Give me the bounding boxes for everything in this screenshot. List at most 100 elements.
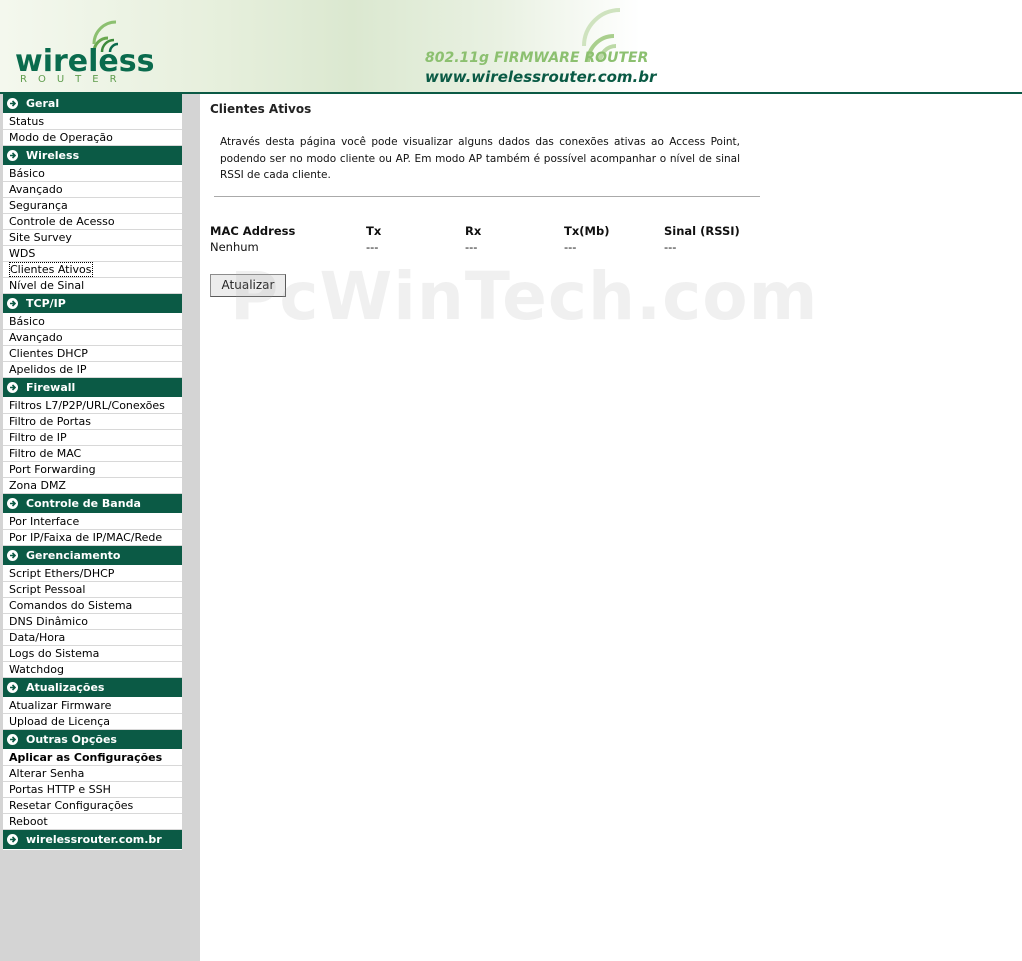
sidebar-item-por-ip-faixa-de-ip-mac-rede[interactable]: Por IP/Faixa de IP/MAC/Rede	[3, 530, 182, 546]
sidebar-item-label: Site Survey	[9, 231, 72, 244]
sidebar-item-label: Upload de Licença	[9, 715, 111, 728]
sidebar-item-label: Avançado	[9, 331, 63, 344]
sidebar-item-label: Alterar Senha	[9, 767, 85, 780]
sidebar-item-label: Avançado	[9, 183, 63, 196]
column-header-tx-mb: Tx(Mb)	[564, 224, 610, 238]
sidebar-item-label: Zona DMZ	[9, 479, 66, 492]
page-title: Clientes Ativos	[210, 102, 312, 116]
sidebar-item-comandos-do-sistema[interactable]: Comandos do Sistema	[3, 598, 182, 614]
sidebar-item-label: Básico	[9, 315, 45, 328]
sidebar-item-nivel-de-sinal[interactable]: Nível de Sinal	[3, 278, 182, 294]
sidebar-item-dns-dinamico[interactable]: DNS Dinâmico	[3, 614, 182, 630]
sidebar-section-label: Atualizações	[26, 681, 105, 694]
sidebar-item-label: Básico	[9, 167, 45, 180]
sidebar-item-filtro-de-mac[interactable]: Filtro de MAC	[3, 446, 182, 462]
sidebar-item-label: Filtro de MAC	[9, 447, 82, 460]
column-header-mac: MAC Address	[210, 224, 296, 238]
sidebar: Geral Status Modo de Operação Wireless Básic…	[0, 94, 200, 961]
sidebar-section-outras-opcoes[interactable]: Outras Opções	[3, 730, 182, 750]
header: wireless ROUTER 802.11g FIRMWARE ROUTER …	[0, 0, 1022, 92]
sidebar-item-label: Comandos do Sistema	[9, 599, 133, 612]
cell-mac: Nenhum	[210, 240, 259, 254]
cell-tx-mb: ---	[564, 240, 577, 254]
divider	[214, 196, 760, 197]
sidebar-item-label: Modo de Operação	[9, 131, 113, 144]
arrow-right-icon	[7, 498, 18, 509]
sidebar-item-label: Filtros L7/P2P/URL/Conexões	[9, 399, 165, 412]
sidebar-item-label: Watchdog	[9, 663, 64, 676]
sidebar-item-label: Reboot	[9, 815, 48, 828]
sidebar-section-label: Gerenciamento	[26, 549, 121, 562]
sidebar-item-label: Controle de Acesso	[9, 215, 115, 228]
sidebar-item-script-pessoal[interactable]: Script Pessoal	[3, 582, 182, 598]
sidebar-item-alterar-senha[interactable]: Alterar Senha	[3, 766, 182, 782]
sidebar-item-atualizar-firmware[interactable]: Atualizar Firmware	[3, 698, 182, 714]
sidebar-item-label: Clientes DHCP	[9, 347, 88, 360]
arrow-right-icon	[7, 150, 18, 161]
sidebar-item-reboot[interactable]: Reboot	[3, 814, 182, 830]
sidebar-item-data-hora[interactable]: Data/Hora	[3, 630, 182, 646]
watermark: PcWinTech.com	[230, 258, 819, 335]
sidebar-item-label: Por IP/Faixa de IP/MAC/Rede	[9, 531, 163, 544]
sidebar-item-status[interactable]: Status	[3, 114, 182, 130]
sidebar-item-zona-dmz[interactable]: Zona DMZ	[3, 478, 182, 494]
sidebar-section-tcp-ip[interactable]: TCP/IP	[3, 294, 182, 314]
arrow-right-icon	[7, 382, 18, 393]
column-header-rx: Rx	[465, 224, 482, 238]
sidebar-item-label: Clientes Ativos	[9, 262, 93, 277]
sidebar-item-label: Script Pessoal	[9, 583, 86, 596]
sidebar-item-clientes-ativos[interactable]: Clientes Ativos	[3, 262, 182, 278]
sidebar-section-wireless[interactable]: Wireless	[3, 146, 182, 166]
sidebar-item-modo-de-operacao[interactable]: Modo de Operação	[3, 130, 182, 146]
sidebar-item-port-forwarding[interactable]: Port Forwarding	[3, 462, 182, 478]
header-url: www.wirelessrouter.com.br	[425, 68, 657, 86]
sidebar-item-script-ethers-dhcp[interactable]: Script Ethers/DHCP	[3, 566, 182, 582]
sidebar-item-seguranca[interactable]: Segurança	[3, 198, 182, 214]
sidebar-item-label: Apelidos de IP	[9, 363, 87, 376]
sidebar-item-filtro-de-portas[interactable]: Filtro de Portas	[3, 414, 182, 430]
sidebar-section-atualizacoes[interactable]: Atualizações	[3, 678, 182, 698]
sidebar-item-filtro-de-ip[interactable]: Filtro de IP	[3, 430, 182, 446]
sidebar-item-por-interface[interactable]: Por Interface	[3, 514, 182, 530]
sidebar-item-label: Atualizar Firmware	[9, 699, 112, 712]
sidebar-section-label: Outras Opções	[26, 733, 117, 746]
sidebar-item-portas-http-e-ssh[interactable]: Portas HTTP e SSH	[3, 782, 182, 798]
sidebar-section-label: TCP/IP	[26, 297, 66, 310]
sidebar-item-avancado[interactable]: Avançado	[3, 330, 182, 346]
sidebar-section-gerenciamento[interactable]: Gerenciamento	[3, 546, 182, 566]
sidebar-item-aplicar-as-configuracoes[interactable]: Aplicar as Configurações	[3, 750, 182, 766]
sidebar-section-firewall[interactable]: Firewall	[3, 378, 182, 398]
arrow-right-icon	[7, 734, 18, 745]
sidebar-section-geral[interactable]: Geral	[3, 94, 182, 114]
sidebar-section-controle-de-banda[interactable]: Controle de Banda	[3, 494, 182, 514]
sidebar-item-label: Data/Hora	[9, 631, 66, 644]
sidebar-item-basico[interactable]: Básico	[3, 314, 182, 330]
logo-subtitle: ROUTER	[20, 74, 128, 85]
sidebar-item-label: Port Forwarding	[9, 463, 96, 476]
sidebar-item-clientes-dhcp[interactable]: Clientes DHCP	[3, 346, 182, 362]
sidebar-item-wds[interactable]: WDS	[3, 246, 182, 262]
arrow-right-icon	[7, 298, 18, 309]
sidebar-item-label: Resetar Configurações	[9, 799, 134, 812]
sidebar-item-label: Filtro de Portas	[9, 415, 91, 428]
sidebar-item-filtros-l7-p2p-url-conexoes[interactable]: Filtros L7/P2P/URL/Conexões	[3, 398, 182, 414]
sidebar-item-label: DNS Dinâmico	[9, 615, 88, 628]
arrow-right-icon	[7, 98, 18, 109]
sidebar-item-resetar-configuracoes[interactable]: Resetar Configurações	[3, 798, 182, 814]
sidebar-item-avancado[interactable]: Avançado	[3, 182, 182, 198]
sidebar-item-controle-de-acesso[interactable]: Controle de Acesso	[3, 214, 182, 230]
sidebar-section-label: Wireless	[26, 149, 80, 162]
sidebar-section-label: wirelessrouter.com.br	[26, 833, 162, 846]
sidebar-item-apelidos-de-ip[interactable]: Apelidos de IP	[3, 362, 182, 378]
sidebar-item-site-survey[interactable]: Site Survey	[3, 230, 182, 246]
sidebar-item-label: Aplicar as Configurações	[9, 751, 163, 764]
column-header-tx: Tx	[366, 224, 382, 238]
sidebar-item-upload-de-licenca[interactable]: Upload de Licença	[3, 714, 182, 730]
sidebar-item-watchdog[interactable]: Watchdog	[3, 662, 182, 678]
cell-signal: ---	[664, 240, 677, 254]
sidebar-item-basico[interactable]: Básico	[3, 166, 182, 182]
sidebar-item-label: Por Interface	[9, 515, 80, 528]
sidebar-section-wirelessrouter-com-br[interactable]: wirelessrouter.com.br	[3, 830, 182, 850]
sidebar-item-logs-do-sistema[interactable]: Logs do Sistema	[3, 646, 182, 662]
arrow-right-icon	[7, 682, 18, 693]
